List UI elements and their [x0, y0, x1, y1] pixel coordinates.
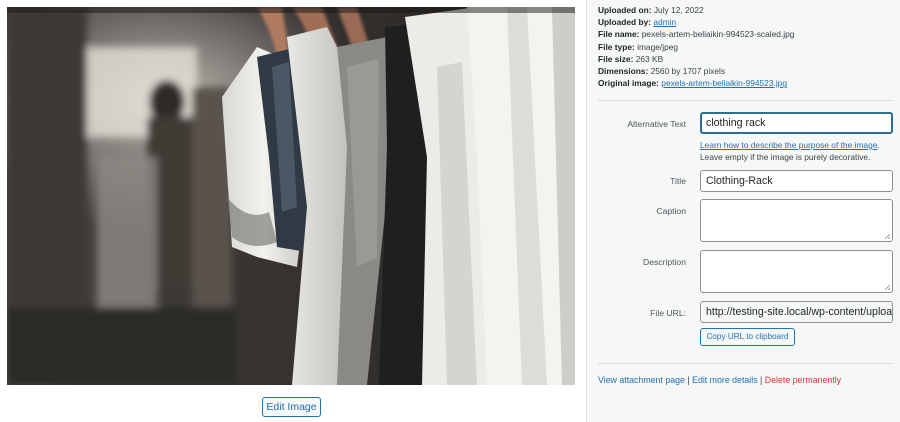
clothing-rack-image [7, 7, 575, 385]
uploaded-on-row: Uploaded on: July 12, 2022 [598, 4, 888, 16]
dimensions-row: Dimensions: 2560 by 1707 pixels [598, 65, 888, 77]
alt-text-label: Alternative Text [627, 119, 686, 129]
file-url-input[interactable]: http://testing-site.local/wp-content/upl… [700, 301, 893, 323]
file-name-row: File name: pexels-artem-beliaikin-994523… [598, 28, 888, 40]
alt-text-help-text: Leave empty if the image is purely decor… [700, 152, 871, 162]
dimensions-value: 2560 by 1707 pixels [650, 66, 726, 77]
edit-image-button[interactable]: Edit Image [262, 397, 321, 417]
uploaded-on-label: Uploaded on: [598, 5, 652, 15]
original-image-row: Original image: pexels-artem-beliaikin-9… [598, 77, 888, 89]
edit-more-details-link[interactable]: Edit more details [692, 375, 758, 385]
title-input[interactable]: Clothing-Rack [700, 170, 893, 192]
uploaded-by-label: Uploaded by: [598, 17, 652, 28]
uploaded-by-link[interactable]: admin [653, 17, 676, 27]
caption-label: Caption [656, 206, 686, 216]
file-name-label: File name: [598, 29, 640, 40]
alt-text-help-link[interactable]: Learn how to describe the purpose of the… [700, 140, 877, 150]
resize-handle-icon[interactable] [884, 284, 890, 290]
dimensions-label: Dimensions: [598, 66, 649, 77]
file-size-label: File size: [598, 53, 634, 64]
uploaded-by-row: Uploaded by: admin [598, 16, 888, 28]
caption-textarea[interactable] [700, 199, 893, 242]
resize-handle-icon[interactable] [884, 233, 890, 239]
file-size-row: File size: 263 KB [598, 53, 888, 65]
attachment-actions: View attachment page | Edit more details… [598, 375, 841, 385]
file-type-value: image/jpeg [637, 41, 679, 52]
uploaded-on-value: July 12, 2022 [653, 5, 704, 15]
original-image-link[interactable]: pexels-artem-beliaikin-994523.jpg [661, 78, 787, 88]
title-label: Title [670, 176, 686, 186]
file-type-label: File type: [598, 41, 635, 52]
alt-text-help: Learn how to describe the purpose of the… [700, 139, 900, 163]
divider [598, 363, 892, 364]
view-attachment-link[interactable]: View attachment page [598, 375, 685, 385]
file-size-value: 263 KB [635, 53, 664, 64]
original-image-label: Original image: [598, 78, 659, 89]
help-period: . [877, 140, 880, 150]
description-textarea[interactable] [700, 250, 893, 293]
file-info: Uploaded on: July 12, 2022 Uploaded by: … [598, 4, 888, 89]
delete-permanently-link[interactable]: Delete permanently [765, 375, 841, 385]
file-url-label: File URL: [650, 308, 686, 318]
attachment-preview: Edit Image [0, 0, 586, 422]
description-label: Description [643, 257, 686, 267]
file-type-row: File type: image/jpeg [598, 41, 888, 53]
file-name-value: pexels-artem-beliaikin-994523-scaled.jpg [641, 29, 795, 40]
alt-text-input[interactable]: clothing rack [700, 112, 893, 134]
separator: | [684, 375, 693, 385]
attachment-details-panel: Uploaded on: July 12, 2022 Uploaded by: … [586, 0, 900, 422]
divider [598, 100, 892, 101]
copy-url-button[interactable]: Copy URL to clipboard [700, 328, 795, 346]
separator: | [757, 375, 765, 385]
clothing-rack-photo [7, 7, 575, 385]
